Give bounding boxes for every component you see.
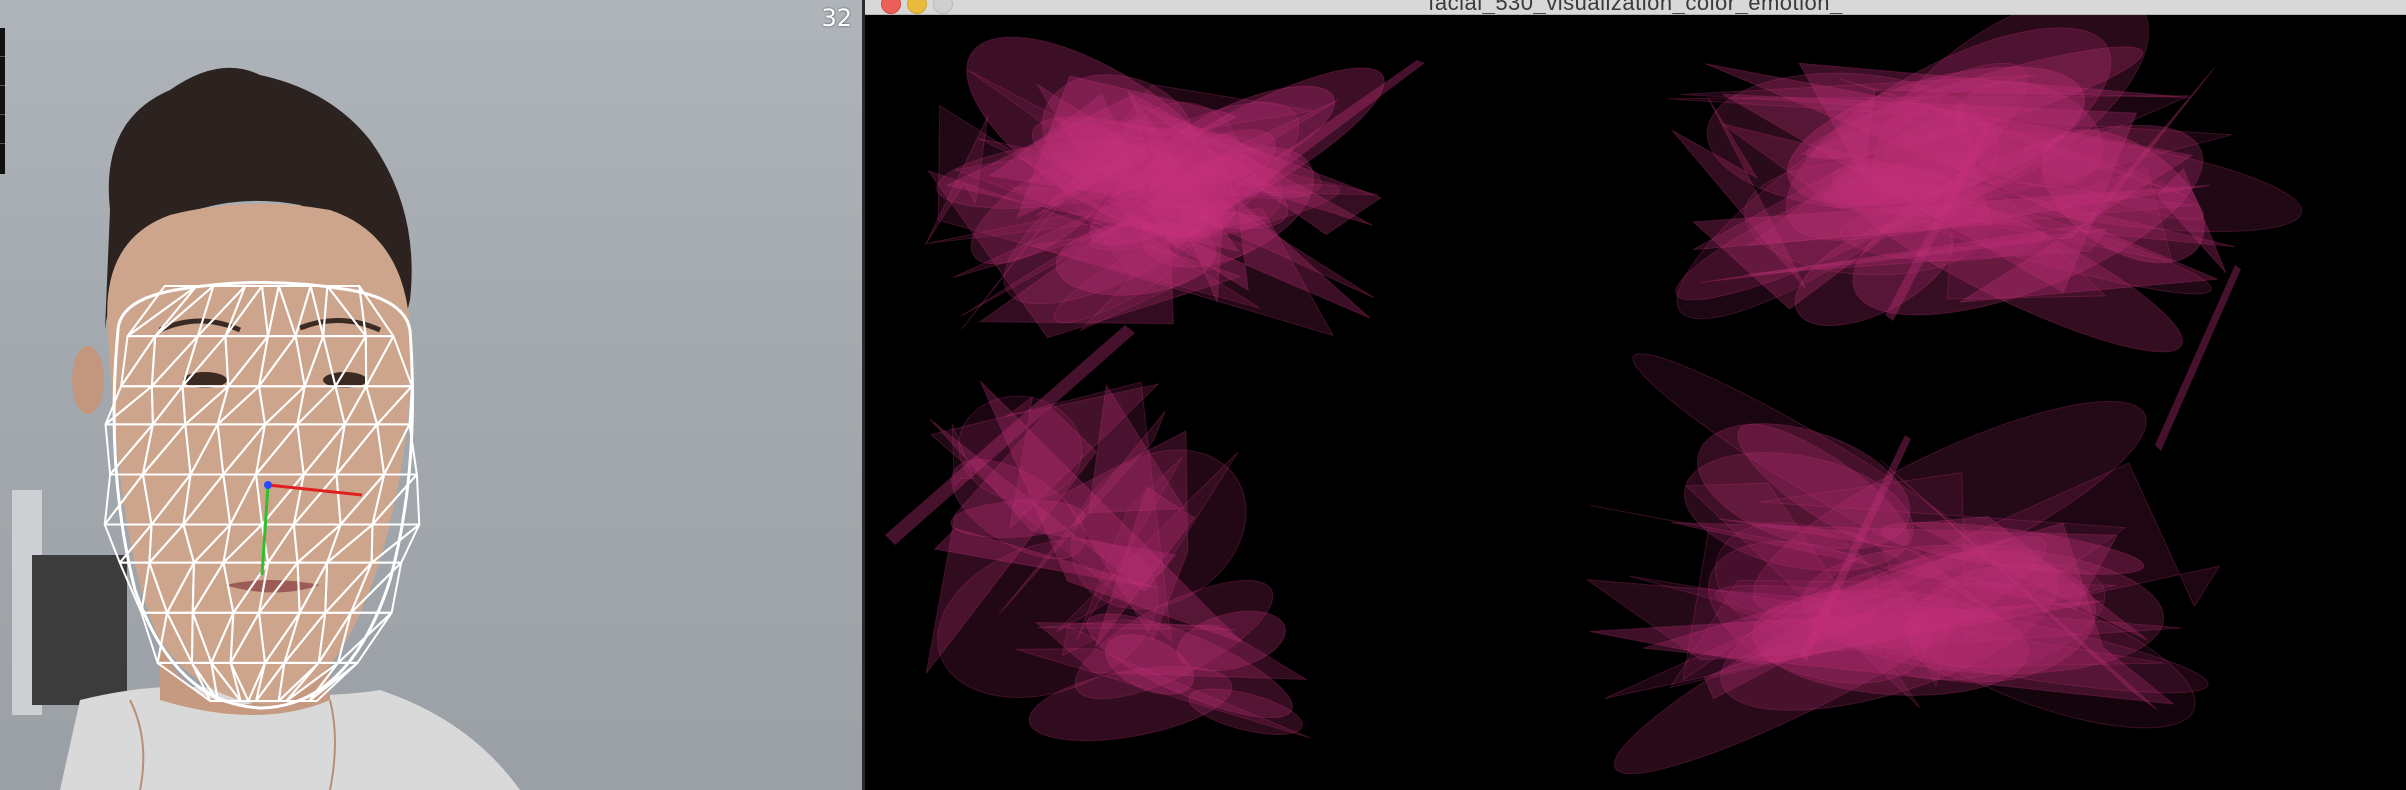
visualization-window: facial_530_visualization_color_emotion_	[865, 0, 2406, 790]
emotion-shapes	[885, 15, 2303, 775]
pose-axis-z	[264, 481, 272, 489]
person-ear	[72, 346, 104, 414]
visualization-canvas	[885, 15, 2303, 775]
window-titlebar[interactable]: facial_530_visualization_color_emotion_	[865, 0, 2406, 15]
webcam-frame	[12, 67, 520, 790]
webcam-preview: 32	[0, 0, 862, 790]
fps-counter: 32	[821, 4, 852, 32]
edge-toolbar	[0, 28, 5, 174]
window-title: facial_530_visualization_color_emotion_	[1428, 0, 1843, 15]
background-monitor-stand	[32, 555, 127, 705]
